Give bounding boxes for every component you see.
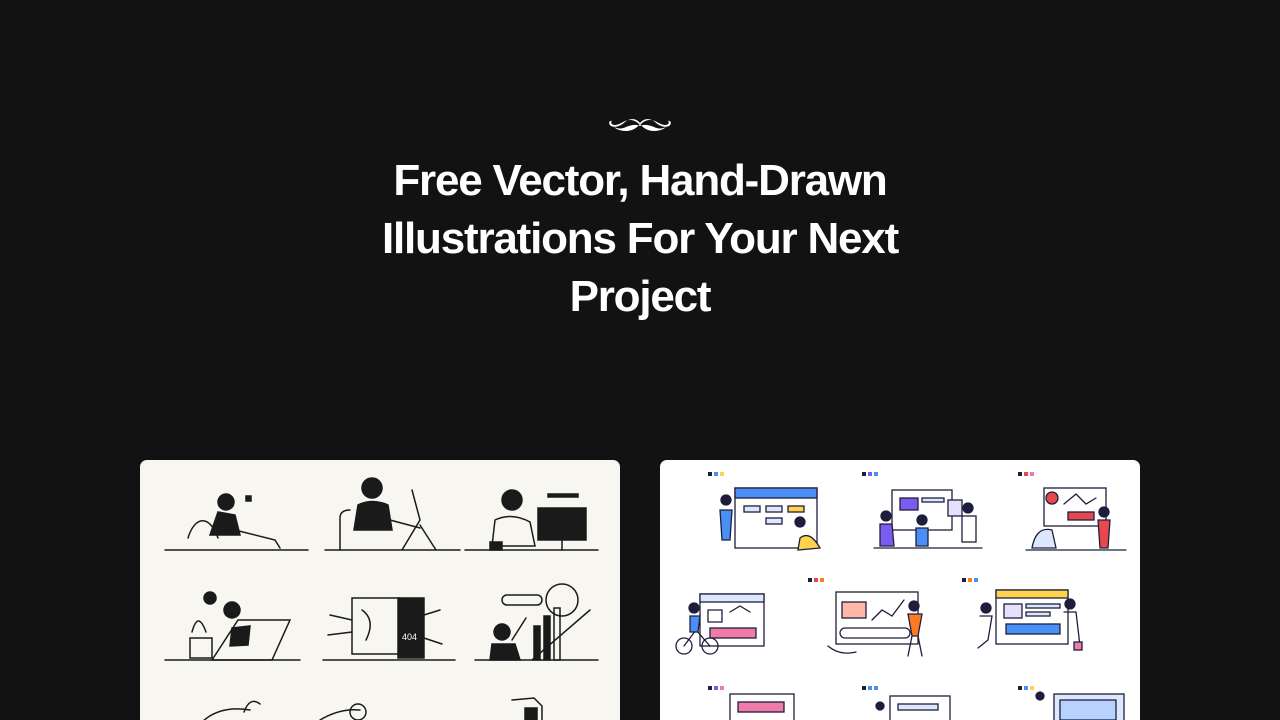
- illustration-desk-worker: [464, 489, 599, 551]
- illustration-card-black-white[interactable]: 404: [140, 460, 620, 720]
- illustration-growth-chart: [474, 583, 599, 661]
- illustration-cyclist-browser: [675, 593, 765, 655]
- illustration-card-colorful[interactable]: [660, 460, 1140, 720]
- illustration-kanban-board: [719, 487, 822, 551]
- illustration-cyclist: [324, 477, 461, 551]
- illustration-analytics-dashboard: [827, 591, 923, 657]
- page: Free Vector, Hand-Drawn Illustrations Fo…: [0, 0, 1280, 720]
- illustration-presentation: [1025, 487, 1127, 551]
- illustration-partial-row: [203, 697, 543, 720]
- illustration-relaxing-person: [164, 493, 309, 551]
- hero-headline: Free Vector, Hand-Drawn Illustrations Fo…: [381, 156, 899, 321]
- illustration-team-meeting: [873, 489, 983, 549]
- illustration-404-server: 404: [322, 597, 456, 661]
- colorful-illustration-preview: [675, 472, 1127, 720]
- illustration-partial-row-colorful: [729, 691, 1125, 720]
- black-white-illustration-preview: 404: [164, 477, 599, 720]
- illustration-person-laptop: [164, 591, 301, 661]
- 404-label: 404: [402, 632, 417, 642]
- mustache-icon[interactable]: [606, 114, 674, 138]
- illustration-code-editor: [977, 589, 1083, 651]
